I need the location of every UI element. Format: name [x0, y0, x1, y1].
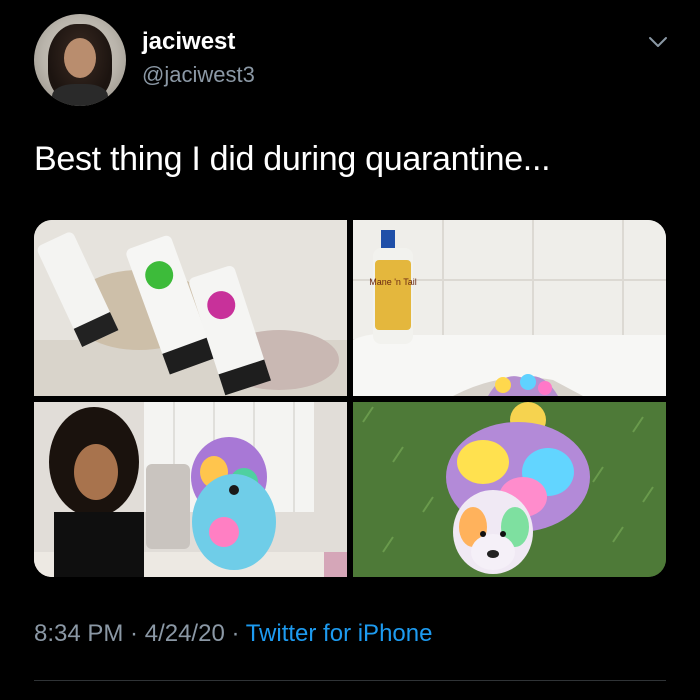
media-image-dye-tubes[interactable] [34, 220, 347, 396]
avatar-face [64, 38, 96, 78]
mirror-selfie-illustration [34, 402, 347, 577]
tweet-time: 8:34 PM [34, 620, 124, 647]
meta-separator: · [123, 620, 145, 647]
media-image-rainbow-dog-grass[interactable] [353, 402, 666, 577]
avatar[interactable] [34, 14, 126, 106]
user-handle[interactable]: @jaciwest3 [142, 62, 255, 88]
divider [34, 680, 666, 681]
product-label: Mane 'n Tail [369, 277, 417, 287]
tweet-meta: 8:34 PM · 4/24/20 · Twitter for iPhone [34, 620, 432, 648]
tweet-text: Best thing I did during quarantine... [34, 140, 551, 178]
avatar-shirt [52, 84, 108, 106]
meta-separator: · [224, 620, 246, 647]
display-name[interactable]: jaciwest [142, 28, 235, 56]
shampoo-bottle-illustration: Mane 'n Tail [353, 220, 666, 396]
tweet-date: 4/24/20 [144, 620, 225, 647]
chevron-down-icon[interactable] [648, 32, 668, 52]
media-image-shampoo-bottle[interactable]: Mane 'n Tail [353, 220, 666, 396]
dye-tubes-illustration [34, 220, 347, 396]
tweet-source-link[interactable]: Twitter for iPhone [246, 620, 433, 647]
media-grid: Mane 'n Tail [34, 220, 666, 577]
rainbow-dog-illustration [353, 402, 666, 577]
media-image-mirror-selfie[interactable] [34, 402, 347, 577]
